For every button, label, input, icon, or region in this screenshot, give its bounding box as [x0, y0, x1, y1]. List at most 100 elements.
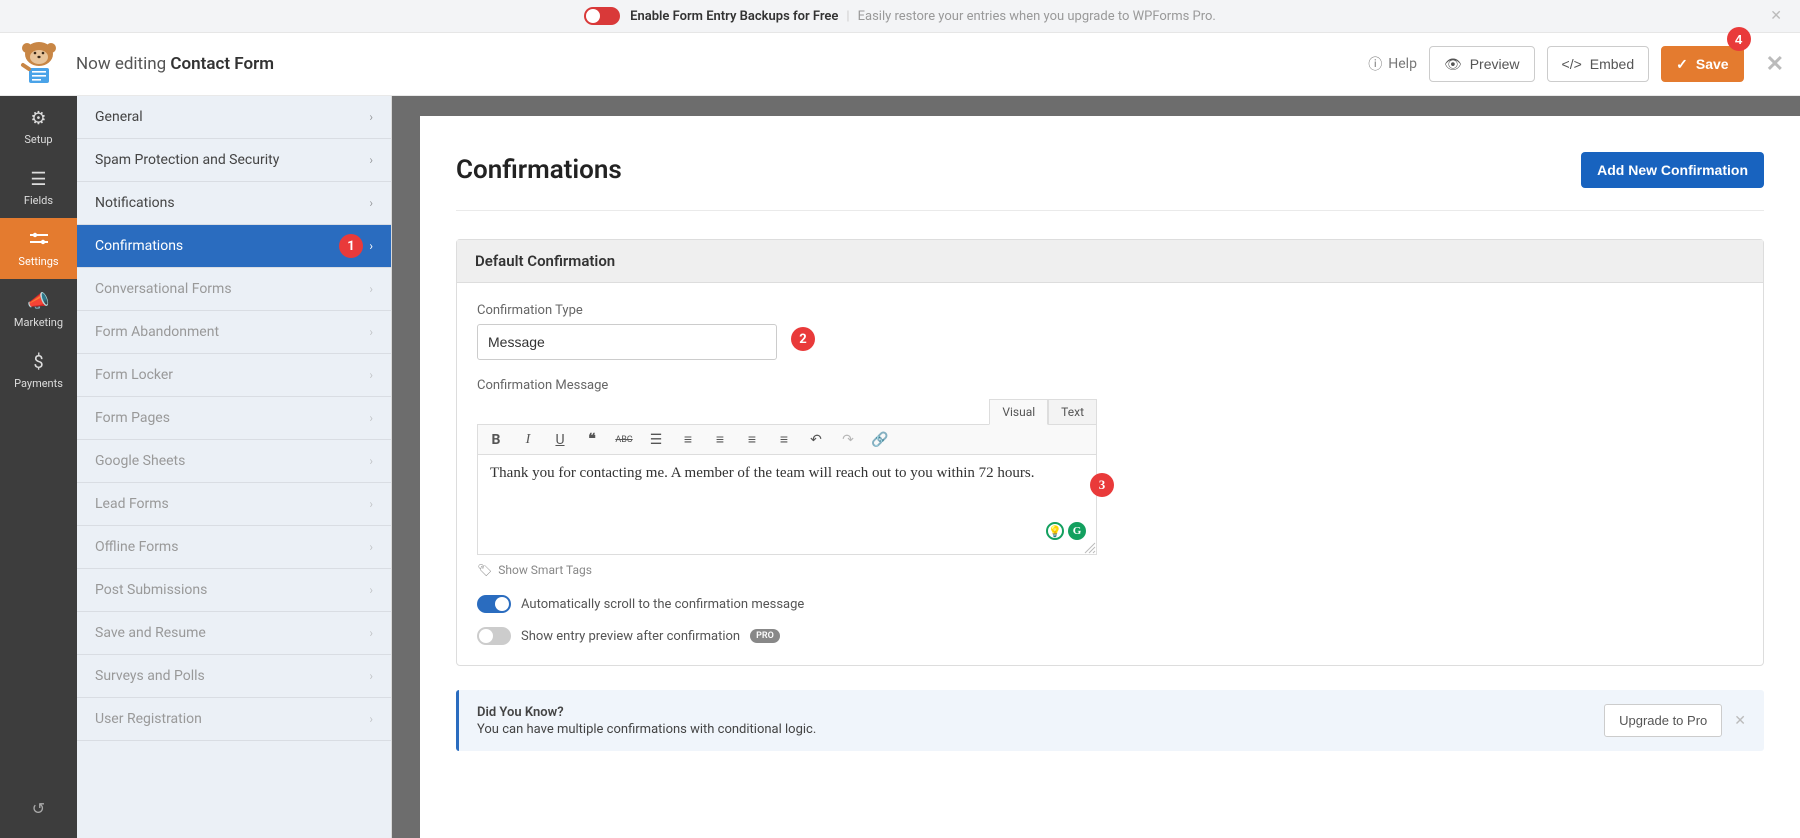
nav-setup-label: Setup	[24, 133, 52, 146]
sidebar-item-save-resume[interactable]: Save and Resume›	[77, 612, 391, 655]
nav-setup[interactable]: ⚙ Setup	[0, 96, 77, 157]
resize-handle-icon[interactable]	[1084, 542, 1096, 554]
entry-preview-label: Show entry preview after confirmation	[521, 629, 740, 644]
sidebar-item-form-pages[interactable]: Form Pages›	[77, 397, 391, 440]
sidebar-item-google-sheets[interactable]: Google Sheets ›	[77, 440, 391, 483]
chevron-right-icon: ›	[369, 583, 373, 597]
auto-scroll-label: Automatically scroll to the confirmation…	[521, 597, 804, 612]
confirmation-name[interactable]: Default Confirmation	[457, 240, 1763, 283]
grammarly-icon[interactable]: G	[1068, 522, 1086, 540]
did-you-know-banner: Did You Know? You can have multiple conf…	[456, 690, 1764, 751]
chevron-right-icon: ›	[369, 153, 373, 167]
sidebar-item-label: Google Sheets	[95, 453, 185, 469]
close-builder-icon[interactable]: ✕	[1766, 52, 1784, 77]
chevron-right-icon: ›	[369, 497, 373, 511]
bold-icon[interactable]: B	[486, 432, 506, 448]
confirmation-type-select[interactable]	[477, 324, 777, 360]
show-smart-tags-link[interactable]: 🏷 Show Smart Tags	[477, 563, 1743, 577]
sidebar-item-confirmations[interactable]: Confirmations 1 ›	[77, 225, 391, 268]
bullet-list-icon[interactable]: ☰	[646, 432, 666, 448]
check-icon: ✓	[1676, 56, 1688, 73]
help-link[interactable]: ⓘ Help	[1368, 54, 1417, 74]
nav-payments-label: Payments	[14, 377, 63, 390]
panel-title: Confirmations	[456, 155, 622, 185]
sidebar-item-general[interactable]: General›	[77, 96, 391, 139]
upgrade-button[interactable]: Upgrade to Pro	[1604, 704, 1722, 737]
italic-icon[interactable]: I	[518, 432, 538, 448]
nav-settings[interactable]: Settings	[0, 218, 77, 279]
editor-tab-visual[interactable]: Visual	[989, 399, 1048, 425]
message-text: Thank you for contacting me. A member of…	[490, 465, 1034, 481]
nav-fields[interactable]: ☰ Fields	[0, 157, 77, 218]
eye-icon: 👁	[1444, 56, 1462, 73]
nav-history[interactable]: ↺	[0, 778, 77, 838]
chevron-right-icon: ›	[369, 239, 373, 253]
quote-icon[interactable]: ❝	[582, 431, 602, 448]
main-canvas: Confirmations Add New Confirmation Defau…	[392, 96, 1800, 838]
sidebar-item-lead-forms[interactable]: Lead Forms ›	[77, 483, 391, 526]
primary-nav: ⚙ Setup ☰ Fields Settings 📣 Marketing $ …	[0, 96, 77, 838]
sidebar-item-post-submissions[interactable]: Post Submissions ›	[77, 569, 391, 612]
underline-icon[interactable]: U	[550, 432, 570, 448]
sliders-icon	[30, 230, 48, 251]
confirmation-message-label: Confirmation Message	[477, 378, 1743, 393]
callout-4: 4	[1727, 27, 1751, 51]
smart-tags-label: Show Smart Tags	[498, 563, 592, 577]
confirmation-type-label: Confirmation Type	[477, 303, 1743, 318]
sidebar-item-label: User Registration	[95, 711, 202, 727]
tag-icon: 🏷	[477, 563, 492, 577]
sidebar-item-surveys-polls[interactable]: Surveys and Polls›	[77, 655, 391, 698]
banner-toggle[interactable]	[584, 7, 620, 25]
entry-preview-toggle[interactable]	[477, 627, 511, 645]
save-button[interactable]: ✓ Save 4	[1661, 46, 1743, 82]
pro-badge: PRO	[750, 629, 780, 643]
chevron-right-icon: ›	[369, 282, 373, 296]
sidebar-item-label: Form Locker	[95, 367, 173, 383]
save-label: Save	[1696, 56, 1729, 72]
sidebar-item-label: Surveys and Polls	[95, 668, 205, 684]
align-left-icon[interactable]: ≡	[710, 431, 730, 448]
strikethrough-icon[interactable]: ABC	[614, 435, 634, 445]
editor-tab-text[interactable]: Text	[1048, 399, 1097, 425]
chevron-right-icon: ›	[369, 368, 373, 382]
banner-light: Easily restore your entries when you upg…	[858, 9, 1216, 24]
dollar-icon: $	[33, 352, 43, 373]
sidebar-item-notifications[interactable]: Notifications›	[77, 182, 391, 225]
numbered-list-icon[interactable]: ≡	[678, 431, 698, 448]
auto-scroll-toggle[interactable]	[477, 595, 511, 613]
undo-icon[interactable]: ↶	[806, 432, 826, 448]
chevron-right-icon: ›	[369, 325, 373, 339]
sidebar-item-label: Spam Protection and Security	[95, 152, 279, 168]
sidebar-item-label: Post Submissions	[95, 582, 207, 598]
history-icon: ↺	[32, 799, 45, 818]
sidebar-item-conversational[interactable]: Conversational Forms›	[77, 268, 391, 311]
sidebar-item-form-locker[interactable]: Form Locker ›	[77, 354, 391, 397]
embed-button[interactable]: </> Embed	[1547, 46, 1650, 82]
nav-marketing[interactable]: 📣 Marketing	[0, 279, 77, 340]
align-center-icon[interactable]: ≡	[742, 431, 762, 448]
nav-payments[interactable]: $ Payments	[0, 340, 77, 401]
sidebar-item-label: Confirmations	[95, 238, 183, 254]
sidebar-item-label: Lead Forms	[95, 496, 169, 512]
chevron-right-icon: ›	[369, 110, 373, 124]
sidebar-item-label: Offline Forms	[95, 539, 178, 555]
sidebar-item-form-abandonment[interactable]: Form Abandonment›	[77, 311, 391, 354]
align-right-icon[interactable]: ≡	[774, 431, 794, 448]
sidebar-item-user-registration[interactable]: User Registration›	[77, 698, 391, 741]
dyk-close-icon[interactable]: ✕	[1734, 713, 1746, 729]
grammarly-suggestion-icon[interactable]: 💡	[1046, 522, 1064, 540]
preview-button[interactable]: 👁 Preview	[1429, 46, 1535, 82]
link-icon[interactable]: 🔗	[870, 432, 890, 448]
confirmation-box: Default Confirmation Confirmation Type 2…	[456, 239, 1764, 666]
redo-icon[interactable]: ↷	[838, 432, 858, 448]
close-banner-icon[interactable]: ✕	[1770, 8, 1782, 24]
chevron-right-icon: ›	[369, 454, 373, 468]
sidebar-item-spam[interactable]: Spam Protection and Security ›	[77, 139, 391, 182]
title-prefix: Now editing	[76, 54, 170, 74]
nav-fields-label: Fields	[24, 194, 53, 207]
rich-editor: Visual Text B I U ❝ ABC ☰ ≡	[477, 399, 1097, 555]
sidebar-item-offline-forms[interactable]: Offline Forms›	[77, 526, 391, 569]
add-confirmation-button[interactable]: Add New Confirmation	[1581, 152, 1764, 188]
editor-content[interactable]: Thank you for contacting me. A member of…	[477, 455, 1097, 555]
banner-separator: |	[846, 9, 849, 24]
